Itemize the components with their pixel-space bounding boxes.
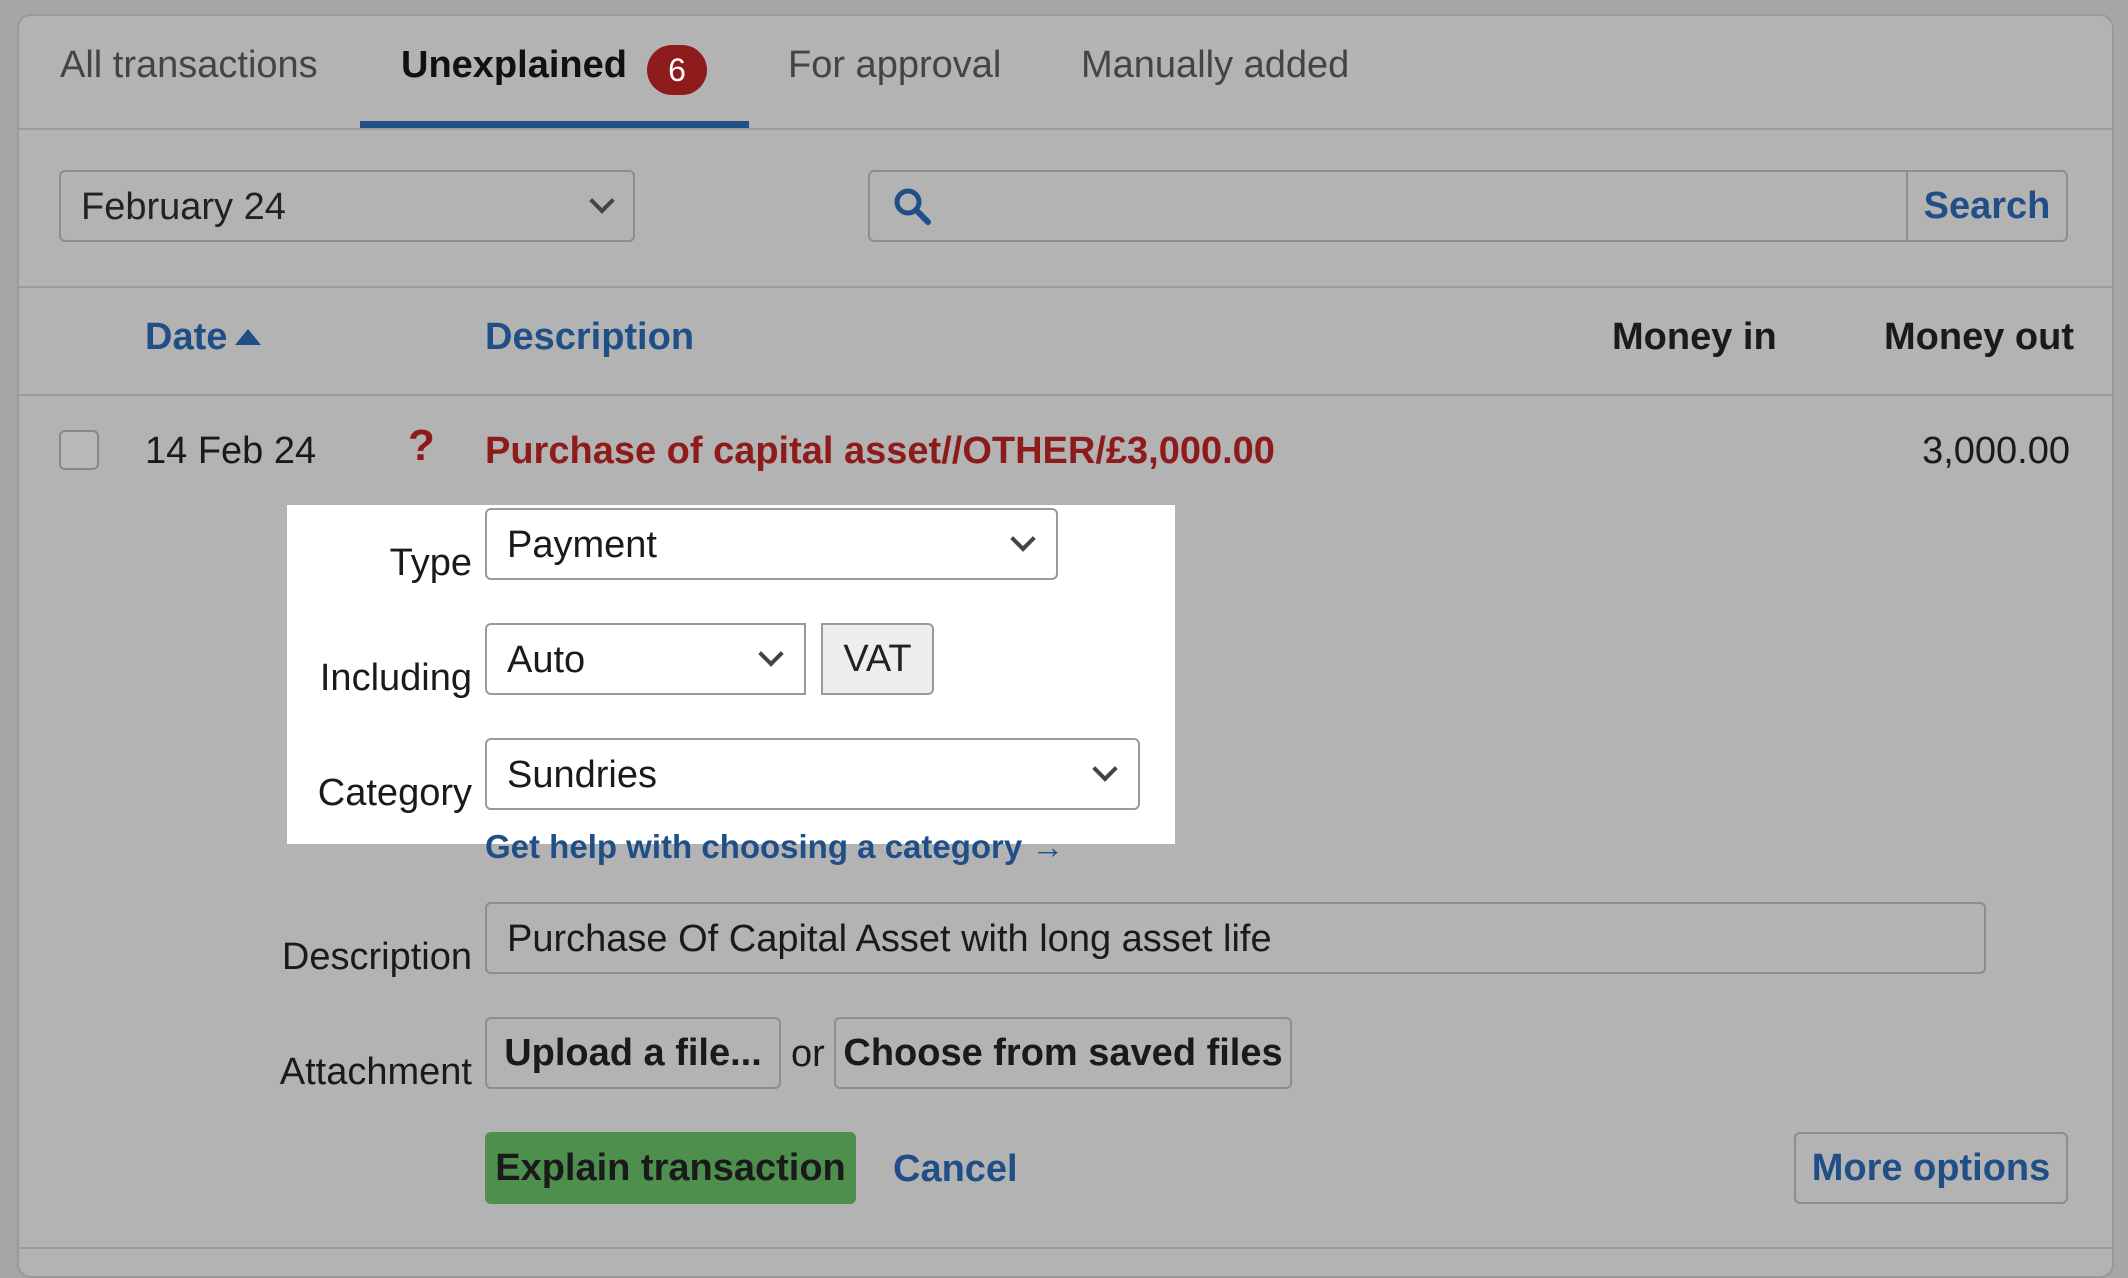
tab-all-transactions[interactable]: All transactions bbox=[60, 44, 318, 87]
row-checkbox[interactable] bbox=[59, 430, 99, 470]
chevron-down-icon bbox=[1010, 526, 1036, 552]
type-select-value: Payment bbox=[507, 524, 657, 566]
choose-saved-files-button[interactable]: Choose from saved files bbox=[834, 1017, 1292, 1089]
description-column-header[interactable]: Description bbox=[485, 316, 694, 359]
date-column-label: Date bbox=[145, 316, 228, 358]
explain-transaction-button[interactable]: Explain transaction bbox=[485, 1132, 856, 1204]
description-label: Description bbox=[281, 936, 472, 978]
chevron-down-icon bbox=[758, 641, 784, 667]
vat-addon: VAT bbox=[821, 623, 934, 695]
attachment-label: Attachment bbox=[279, 1051, 472, 1093]
app-stage: All transactions Unexplained 6 For appro… bbox=[0, 0, 2128, 1278]
including-label: Including bbox=[319, 657, 472, 699]
type-select[interactable]: Payment bbox=[485, 508, 1058, 580]
type-label: Type bbox=[389, 542, 472, 584]
divider bbox=[19, 1247, 2112, 1249]
tab-manually-added[interactable]: Manually added bbox=[1081, 44, 1349, 87]
tab-unexplained[interactable]: Unexplained bbox=[401, 44, 627, 87]
category-select[interactable]: Sundries bbox=[485, 738, 1140, 810]
chevron-down-icon bbox=[589, 188, 615, 214]
chevron-down-icon bbox=[1092, 756, 1118, 782]
transaction-description[interactable]: Purchase of capital asset//OTHER/£3,000.… bbox=[485, 430, 1275, 473]
cancel-link[interactable]: Cancel bbox=[893, 1148, 1018, 1191]
month-select-value: February 24 bbox=[81, 186, 286, 228]
date-column-header[interactable]: Date bbox=[145, 316, 262, 359]
divider bbox=[19, 394, 2112, 396]
tab-for-approval[interactable]: For approval bbox=[788, 44, 1001, 87]
or-separator: or bbox=[791, 1033, 825, 1075]
unexplained-question-icon: ? bbox=[408, 421, 435, 470]
tab-bar: All transactions Unexplained 6 For appro… bbox=[19, 16, 2112, 130]
search-icon bbox=[894, 188, 931, 225]
including-select-value: Auto bbox=[507, 639, 586, 681]
filter-bar: February 24 Search bbox=[19, 130, 2112, 288]
more-options-button[interactable]: More options bbox=[1794, 1132, 2068, 1204]
money-out-column-header: Money out bbox=[1884, 316, 2074, 358]
category-help-link[interactable]: Get help with choosing a category → bbox=[485, 828, 1064, 866]
search-button[interactable]: Search bbox=[1906, 170, 2068, 242]
transaction-date: 14 Feb 24 bbox=[145, 430, 317, 472]
money-in-column-header: Money in bbox=[1612, 316, 1777, 358]
unexplained-count-badge: 6 bbox=[647, 45, 707, 95]
transaction-money-out: 3,000.00 bbox=[1922, 430, 2070, 472]
month-select[interactable]: February 24 bbox=[59, 170, 635, 242]
upload-file-button[interactable]: Upload a file... bbox=[485, 1017, 781, 1089]
category-select-value: Sundries bbox=[507, 754, 657, 796]
including-vat-select[interactable]: Auto bbox=[485, 623, 806, 695]
search-input[interactable] bbox=[868, 170, 1908, 242]
category-label: Category bbox=[317, 772, 472, 814]
description-input[interactable]: Purchase Of Capital Asset with long asse… bbox=[485, 902, 1986, 974]
transactions-panel: All transactions Unexplained 6 For appro… bbox=[17, 14, 2114, 1278]
description-input-value: Purchase Of Capital Asset with long asse… bbox=[507, 918, 1272, 960]
sort-ascending-icon bbox=[235, 329, 262, 345]
active-tab-indicator bbox=[360, 121, 749, 128]
